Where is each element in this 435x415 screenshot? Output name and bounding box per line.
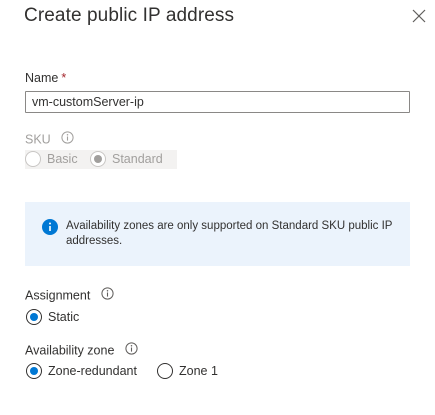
info-icon[interactable] xyxy=(101,287,114,303)
radio-button-selected-icon xyxy=(26,363,42,379)
assignment-option-static[interactable]: Static xyxy=(26,309,79,325)
radio-button-icon xyxy=(25,151,41,167)
assignment-option-label: Static xyxy=(48,310,80,324)
availability-zone-option-zone-redundant[interactable]: Zone-redundant xyxy=(26,363,137,379)
info-icon[interactable] xyxy=(125,342,138,358)
sku-label-row: SKU xyxy=(25,131,74,148)
assignment-label-row: Assignment xyxy=(25,287,114,304)
assignment-label: Assignment xyxy=(25,288,91,303)
page-title: Create public IP address xyxy=(24,5,235,26)
info-filled-icon xyxy=(42,219,58,240)
required-mark: * xyxy=(61,71,67,85)
info-banner: Availability zones are only supported on… xyxy=(25,202,410,266)
availability-zone-label: Availability zone xyxy=(25,343,115,358)
sku-option-label: Basic xyxy=(47,152,78,166)
sku-option-basic[interactable]: Basic xyxy=(25,151,78,167)
info-icon[interactable] xyxy=(61,131,74,147)
radio-button-selected-icon xyxy=(90,151,106,167)
sku-option-label: Standard xyxy=(112,152,163,166)
availability-zone-option-label: Zone-redundant xyxy=(48,364,137,378)
info-banner-text: Availability zones are only supported on… xyxy=(66,220,393,247)
availability-zone-option-label: Zone 1 xyxy=(179,364,218,378)
sku-label: SKU xyxy=(25,132,51,147)
sku-option-standard[interactable]: Standard xyxy=(90,151,163,167)
name-field-label-row: Name * xyxy=(25,71,66,85)
close-icon[interactable] xyxy=(409,6,429,26)
name-input[interactable] xyxy=(25,91,410,113)
radio-button-icon xyxy=(157,363,173,379)
availability-zone-label-row: Availability zone xyxy=(25,342,138,359)
availability-zone-option-zone-1[interactable]: Zone 1 xyxy=(157,363,218,379)
name-field-label: Name xyxy=(25,71,59,85)
radio-button-selected-icon xyxy=(26,309,42,325)
